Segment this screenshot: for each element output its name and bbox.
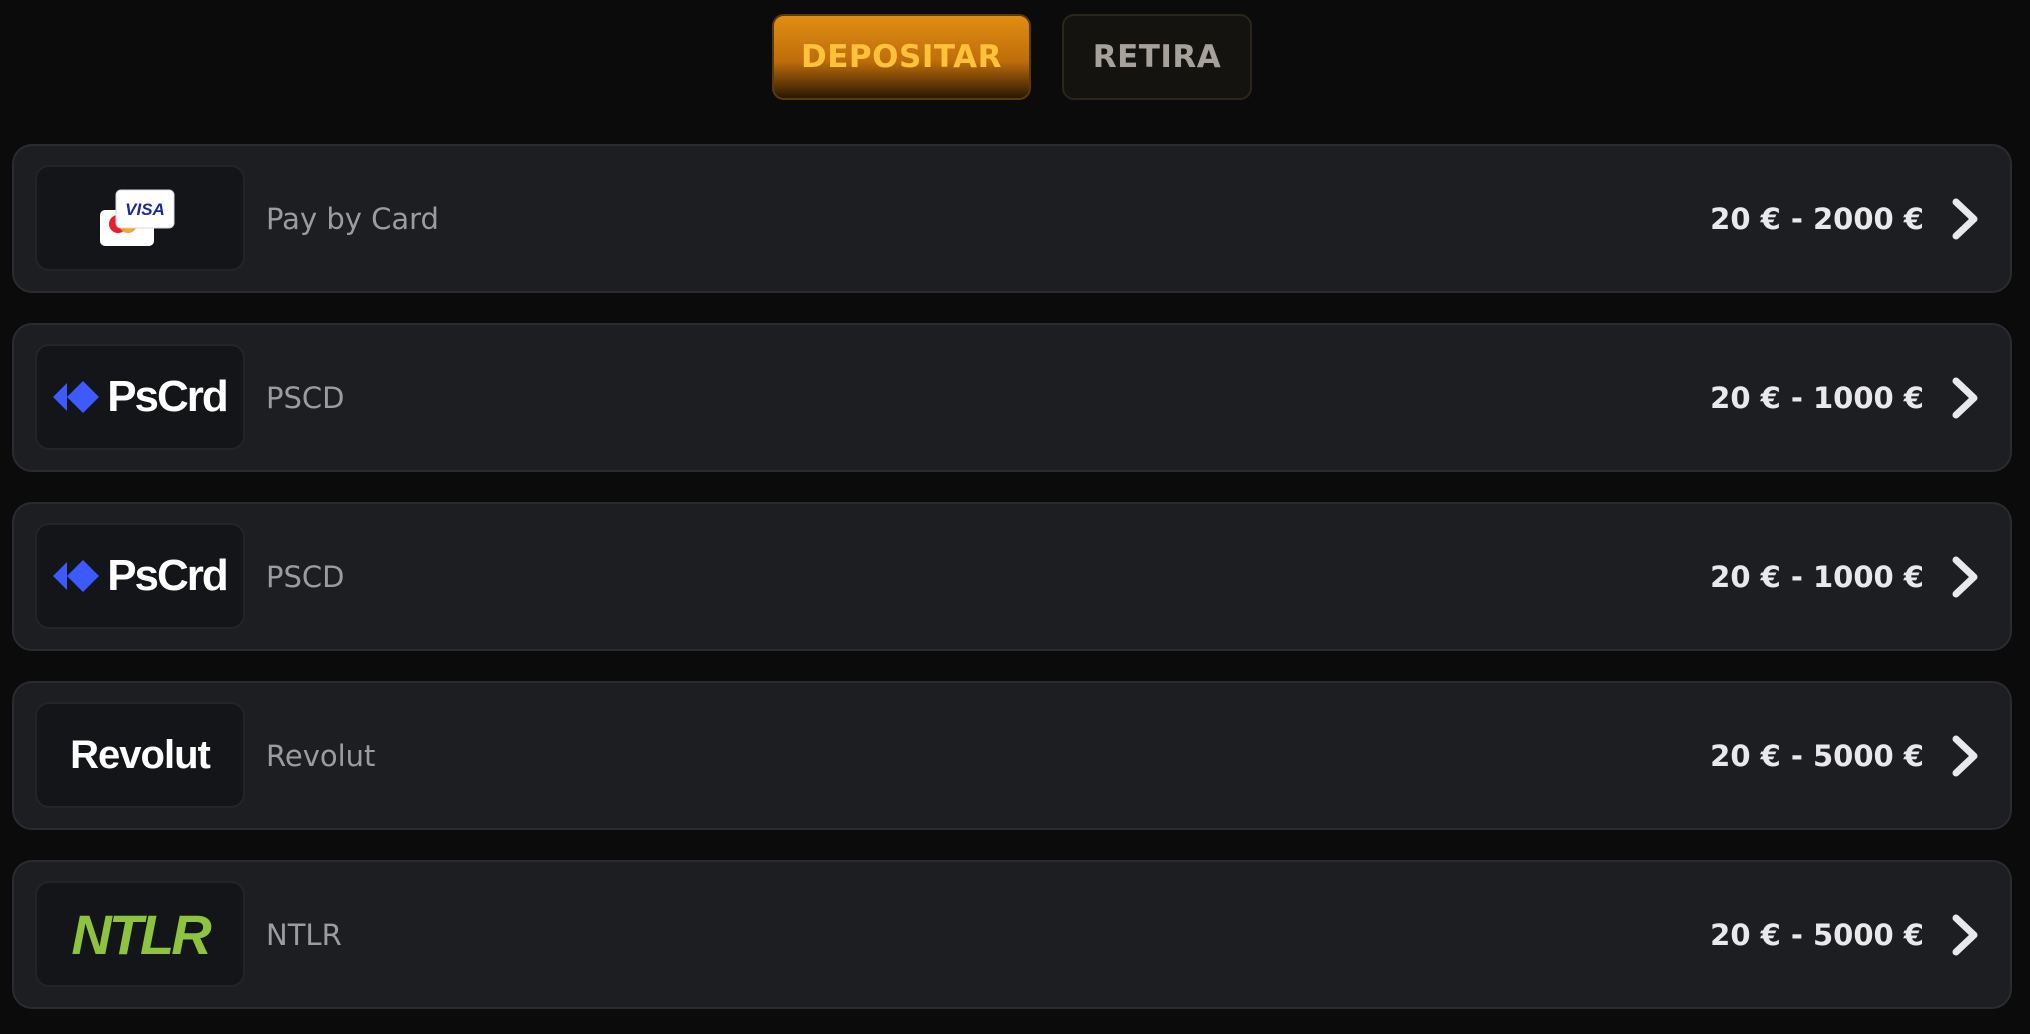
pscrd-diamond-icon bbox=[53, 381, 100, 413]
method-name: PSCD bbox=[266, 559, 345, 594]
pscrd-logo: PsCrd bbox=[53, 551, 229, 601]
method-logo-box: NTLR bbox=[35, 881, 245, 987]
method-logo-box: PsCrd bbox=[35, 344, 245, 450]
method-name: NTLR bbox=[266, 917, 342, 952]
method-name: PSCD bbox=[266, 380, 345, 415]
method-limit-range: 20 € - 5000 € bbox=[1710, 917, 1924, 952]
method-limit-range: 20 € - 1000 € bbox=[1710, 559, 1924, 594]
method-limit-range: 20 € - 2000 € bbox=[1710, 201, 1924, 236]
pscrd-logo-text: PsCrd bbox=[107, 551, 229, 600]
pscrd-logo: PsCrd bbox=[53, 372, 229, 422]
pscrd-diamond-icon bbox=[53, 560, 100, 592]
pscrd-logo-text: PsCrd bbox=[107, 372, 229, 421]
visa-mastercard-icon: VISA bbox=[100, 189, 175, 246]
chevron-right-icon[interactable] bbox=[1950, 377, 1980, 419]
tab-deposit[interactable]: DEPOSITAR bbox=[772, 14, 1031, 100]
method-logo-box: PsCrd bbox=[35, 523, 245, 629]
chevron-right-icon[interactable] bbox=[1950, 556, 1980, 598]
payment-method-pscd[interactable]: PsCrd PSCD 20 € - 1000 € bbox=[12, 323, 2012, 472]
payment-method-revolut[interactable]: Revolut Revolut 20 € - 5000 € bbox=[12, 681, 2012, 830]
tab-withdraw[interactable]: RETIRA bbox=[1062, 14, 1252, 100]
method-logo-box: Revolut bbox=[35, 702, 245, 808]
transaction-type-tabs: DEPOSITAR RETIRA bbox=[0, 14, 2030, 104]
payment-method-pay-by-card[interactable]: VISA Pay by Card 20 € - 2000 € bbox=[12, 144, 2012, 293]
payment-method-ntlr[interactable]: NTLR NTLR 20 € - 5000 € bbox=[12, 860, 2012, 1009]
payment-methods-page: DEPOSITAR RETIRA VISA Pay by Card 20 € -… bbox=[0, 0, 2030, 1034]
revolut-logo: Revolut bbox=[70, 732, 211, 777]
chevron-right-icon[interactable] bbox=[1950, 198, 1980, 240]
payment-method-list: VISA Pay by Card 20 € - 2000 € PsCrd PSC… bbox=[12, 144, 2012, 1034]
ntlr-logo: NTLR bbox=[71, 902, 211, 966]
method-limit-range: 20 € - 1000 € bbox=[1710, 380, 1924, 415]
method-name: Pay by Card bbox=[266, 201, 439, 236]
payment-method-pscd[interactable]: PsCrd PSCD 20 € - 1000 € bbox=[12, 502, 2012, 651]
chevron-right-icon[interactable] bbox=[1950, 735, 1980, 777]
method-limit-range: 20 € - 5000 € bbox=[1710, 738, 1924, 773]
method-name: Revolut bbox=[266, 738, 376, 773]
visa-label: VISA bbox=[125, 200, 165, 219]
method-logo-box: VISA bbox=[35, 165, 245, 271]
chevron-right-icon[interactable] bbox=[1950, 914, 1980, 956]
